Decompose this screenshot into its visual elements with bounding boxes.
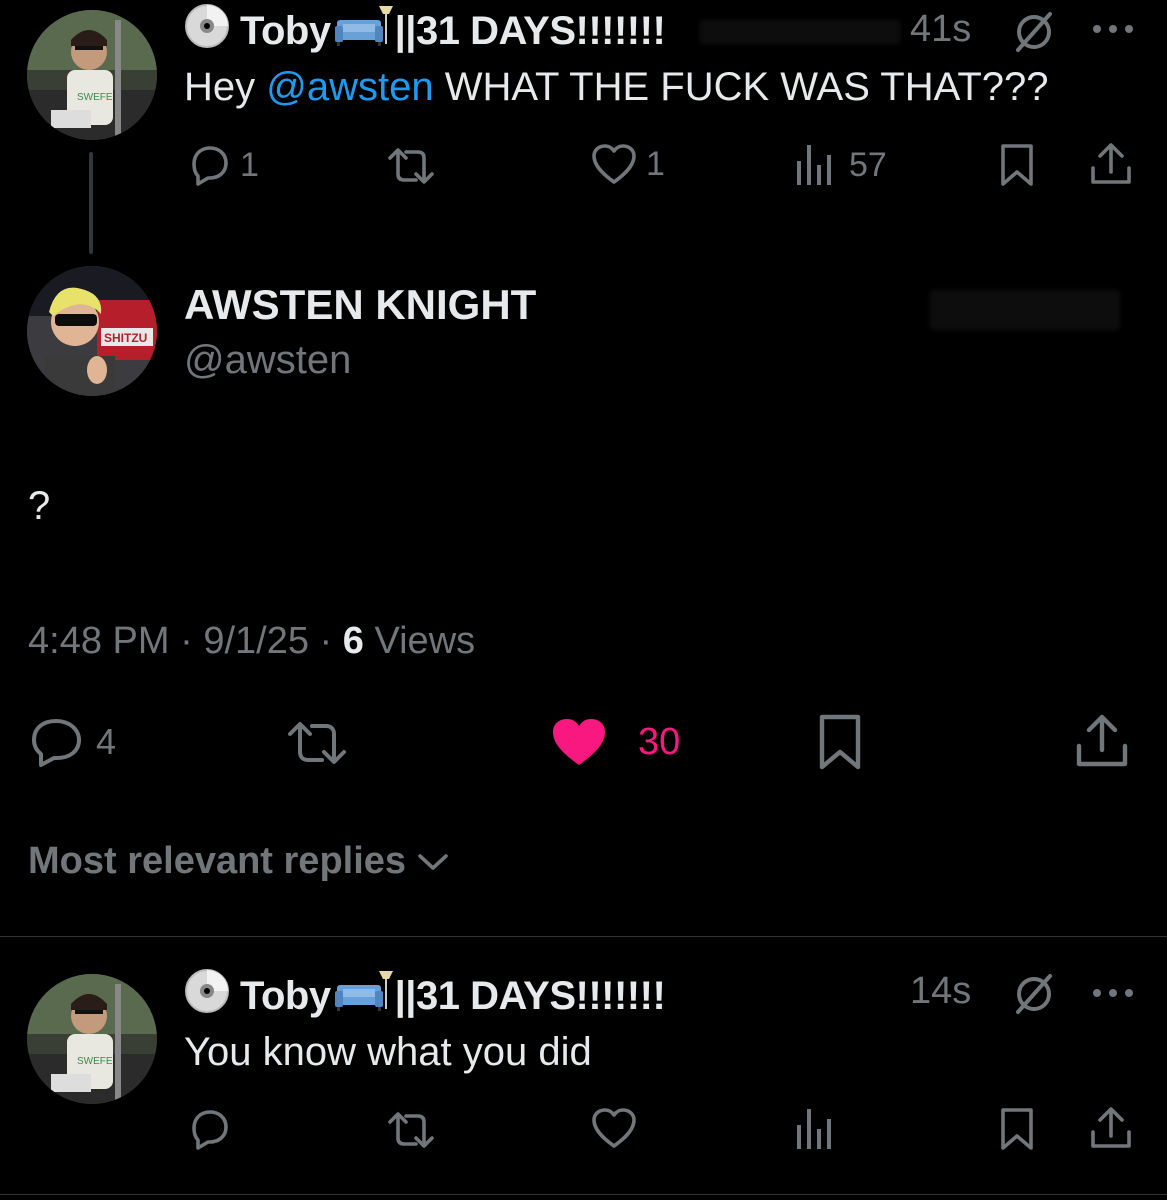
grok-icon[interactable]: [1012, 10, 1056, 59]
tweet-timestamp[interactable]: 4:48 PM · 9/1/25 · 6 Views: [28, 620, 475, 663]
share-icon: [1091, 1107, 1131, 1148]
chevron-down-icon: [416, 840, 450, 883]
svg-text:SWEFE: SWEFE: [77, 1056, 113, 1067]
repost-button[interactable]: [384, 144, 438, 188]
reply-time[interactable]: 41s: [910, 8, 971, 51]
reply-time-text: 41s: [910, 8, 972, 50]
svg-text:SHITZU: SHITZU: [104, 331, 147, 345]
bookmark-button[interactable]: [998, 142, 1036, 188]
reply-time-text: 14s: [910, 970, 972, 1012]
redacted-area: [930, 290, 1120, 330]
thread-connector-line: [89, 152, 93, 254]
reply-author-name[interactable]: Toby ||31 DAYS!!!!!!!: [184, 3, 666, 59]
like-count: 1: [646, 144, 665, 183]
like-count: 30: [638, 720, 681, 763]
repost-icon: [388, 148, 434, 184]
divider: [0, 1194, 1167, 1195]
more-options-icon[interactable]: [1090, 22, 1136, 40]
heart-filled-icon: [553, 719, 605, 765]
svg-text:SWEFE: SWEFE: [77, 92, 113, 103]
analytics-icon: [797, 145, 831, 185]
reply-icon: [32, 719, 81, 767]
reply-author-name[interactable]: Toby ||31 DAYS!!!!!!!: [184, 968, 666, 1024]
tweet-text: ?: [28, 484, 51, 528]
analytics-icon: [797, 1109, 831, 1149]
cd-icon: [184, 3, 240, 59]
tweet-date: 9/1/25: [203, 620, 309, 662]
avatar[interactable]: SHITZU: [27, 266, 157, 396]
reply-author-name-text: Toby: [240, 8, 331, 53]
repost-button[interactable]: [384, 1108, 438, 1152]
more-options-icon[interactable]: [1090, 986, 1136, 1004]
repost-icon: [288, 722, 346, 764]
share-icon: [1076, 714, 1128, 767]
reply-text-suffix: WHAT THE FUCK WAS THAT???: [433, 65, 1049, 109]
bookmark-button[interactable]: [998, 1106, 1036, 1152]
cd-icon: [184, 968, 240, 1024]
reply-count: 1: [240, 145, 259, 184]
author-handle[interactable]: @awsten: [184, 338, 351, 383]
reply-count: 4: [96, 721, 117, 762]
avatar[interactable]: SWEFE: [27, 10, 157, 140]
reply-button[interactable]: 4: [28, 716, 116, 768]
reply-sort-dropdown[interactable]: Most relevant replies: [28, 840, 450, 883]
views-count: 6: [342, 620, 364, 662]
reply-time[interactable]: 14s: [910, 970, 971, 1013]
divider: [0, 936, 1167, 937]
avatar[interactable]: SWEFE: [27, 974, 157, 1104]
reply-button[interactable]: [186, 1106, 232, 1152]
tweet-time: 4:48 PM: [28, 620, 170, 662]
separator-dot: ·: [319, 620, 333, 662]
bookmark-icon: [819, 714, 861, 770]
share-button[interactable]: [1088, 140, 1134, 188]
reply-sort-label: Most relevant replies: [28, 840, 407, 882]
bookmark-icon: [1001, 1108, 1033, 1150]
views-button[interactable]: 57: [795, 143, 887, 187]
repost-button[interactable]: [284, 718, 350, 768]
couch-lamp-icon: [333, 969, 395, 1023]
reply-icon: [192, 1110, 228, 1150]
share-button[interactable]: [1088, 1104, 1134, 1152]
author-name[interactable]: AWSTEN KNIGHT: [184, 281, 536, 329]
couch-lamp-icon: [333, 4, 395, 58]
repost-icon: [388, 1112, 434, 1148]
reply-author-name-suffix: ||31 DAYS!!!!!!!: [394, 973, 666, 1018]
reply-text: Hey @awsten WHAT THE FUCK WAS THAT???: [184, 65, 1049, 110]
heart-icon: [592, 144, 636, 184]
views-label: Views: [374, 620, 476, 662]
like-button[interactable]: 30: [550, 716, 680, 768]
reply-text: You know what you did: [184, 1030, 592, 1074]
mention-link[interactable]: @awsten: [266, 65, 433, 109]
reply-text-prefix: Hey: [184, 65, 267, 109]
separator-dot: ·: [180, 620, 193, 662]
reply-author-name-suffix: ||31 DAYS!!!!!!!: [394, 8, 666, 53]
like-button[interactable]: [590, 1106, 638, 1150]
redacted-area: [700, 20, 900, 44]
bookmark-icon: [1001, 144, 1033, 186]
share-button[interactable]: [1074, 712, 1130, 770]
bookmark-button[interactable]: [816, 712, 864, 772]
like-button[interactable]: 1: [590, 142, 665, 186]
views-button[interactable]: [795, 1107, 835, 1151]
reply-button[interactable]: 1: [186, 142, 259, 188]
reply-author-name-text: Toby: [240, 973, 331, 1018]
views-count: 57: [849, 145, 887, 184]
heart-icon: [592, 1108, 636, 1148]
reply-icon: [192, 146, 228, 186]
share-icon: [1091, 143, 1131, 184]
grok-icon[interactable]: [1012, 972, 1056, 1021]
